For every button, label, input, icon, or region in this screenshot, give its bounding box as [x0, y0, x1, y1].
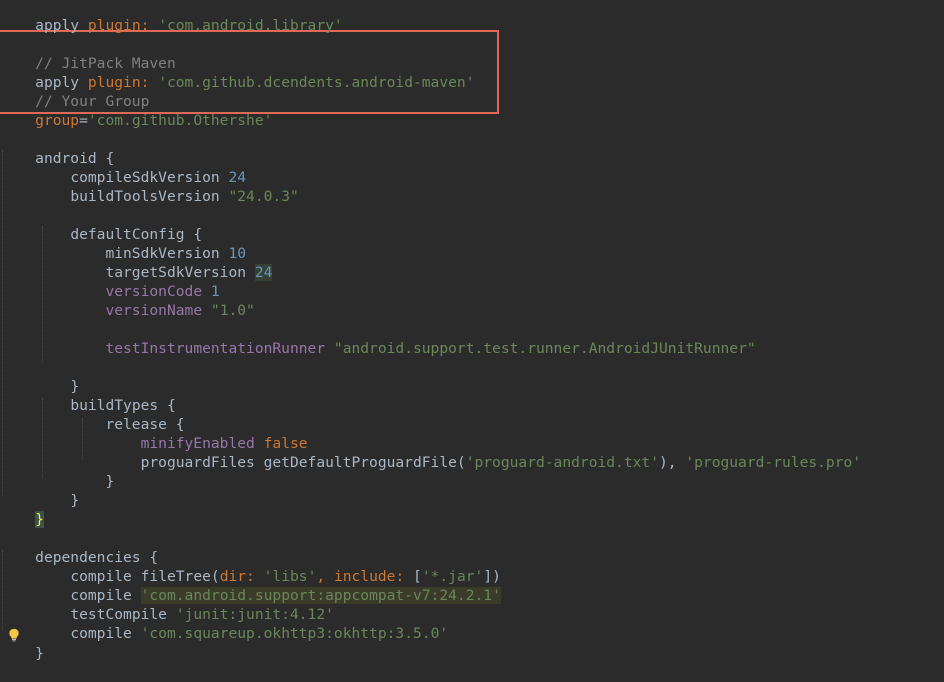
code-token: } [70, 492, 80, 509]
code-line[interactable]: android { [0, 130, 114, 167]
code-line[interactable]: } [0, 472, 79, 509]
code-line[interactable]: testCompile 'junit:junit:4.12' [0, 586, 334, 623]
code-token: } [105, 473, 115, 490]
code-line[interactable]: } [0, 453, 114, 490]
code-line[interactable]: } [0, 625, 44, 662]
code-token: = [79, 112, 88, 129]
lightbulb-icon[interactable] [8, 628, 20, 642]
code-token: buildToolsVersion [70, 188, 220, 205]
code-line[interactable]: buildTypes { [0, 377, 175, 414]
code-line[interactable]: minifyEnabled false [0, 415, 308, 452]
code-token: 'com.android.library' [158, 17, 343, 34]
code-token: "24.0.3" [228, 188, 299, 205]
code-line[interactable]: apply plugin: 'com.android.library' [0, 0, 343, 34]
code-line[interactable]: versionCode 1 [0, 263, 219, 300]
code-token: proguardFiles getDefaultProguardFile( [140, 454, 466, 471]
code-line[interactable]: release { [0, 396, 184, 433]
code-token: "android.support.test.runner.AndroidJUni… [333, 340, 756, 357]
code-line[interactable]: compile 'com.android.support:appcompat-v… [0, 567, 501, 604]
matching-brace: } [35, 511, 44, 528]
code-line[interactable]: versionName "1.0" [0, 282, 254, 319]
code-token: apply [35, 17, 80, 34]
code-token: 'proguard-android.txt' [465, 454, 659, 471]
code-line[interactable]: compile 'com.squareup.okhttp3:okhttp:3.5… [0, 605, 448, 642]
code-line[interactable]: // JitPack Maven [0, 35, 176, 72]
code-line[interactable]: buildToolsVersion "24.0.3" [0, 168, 298, 205]
code-token: 'com.github.Othershe' [87, 112, 273, 129]
code-token: } [35, 645, 44, 662]
code-line[interactable]: group='com.github.Othershe' [0, 92, 272, 129]
code-token: group [35, 112, 80, 129]
code-line[interactable]: targetSdkVersion 24 [0, 244, 273, 281]
code-line[interactable]: apply plugin: 'com.github.dcendents.andr… [0, 54, 474, 91]
code-token: 24 [254, 264, 273, 281]
code-line[interactable]: proguardFiles getDefaultProguardFile('pr… [0, 434, 861, 471]
code-line[interactable]: compileSdkVersion 24 [0, 149, 246, 186]
code-line[interactable]: minSdkVersion 10 [0, 225, 246, 262]
code-token: plugin: [87, 17, 159, 34]
code-line[interactable]: } [0, 491, 44, 528]
code-token: testInstrumentationRunner [105, 340, 326, 357]
code-line[interactable]: defaultConfig { [0, 206, 202, 243]
code-token: versionName [105, 302, 203, 319]
code-token: 'com.squareup.okhttp3:okhttp:3.5.0' [140, 625, 449, 642]
code-line[interactable]: } [0, 358, 79, 395]
code-line[interactable]: testInstrumentationRunner "android.suppo… [0, 320, 755, 357]
code-editor[interactable]: apply plugin: 'com.android.library' // J… [0, 0, 944, 662]
code-token: 'com.github.dcendents.android-maven' [158, 74, 475, 91]
code-token: 'proguard-rules.pro' [685, 454, 862, 471]
code-token: compile [70, 625, 132, 642]
code-line[interactable]: compile fileTree(dir: 'libs', include: [… [0, 548, 501, 585]
code-line[interactable]: dependencies { [0, 529, 158, 566]
code-line[interactable]: // Your Group [0, 73, 149, 110]
code-token: ), [658, 454, 686, 471]
code-token: "1.0" [210, 302, 255, 319]
